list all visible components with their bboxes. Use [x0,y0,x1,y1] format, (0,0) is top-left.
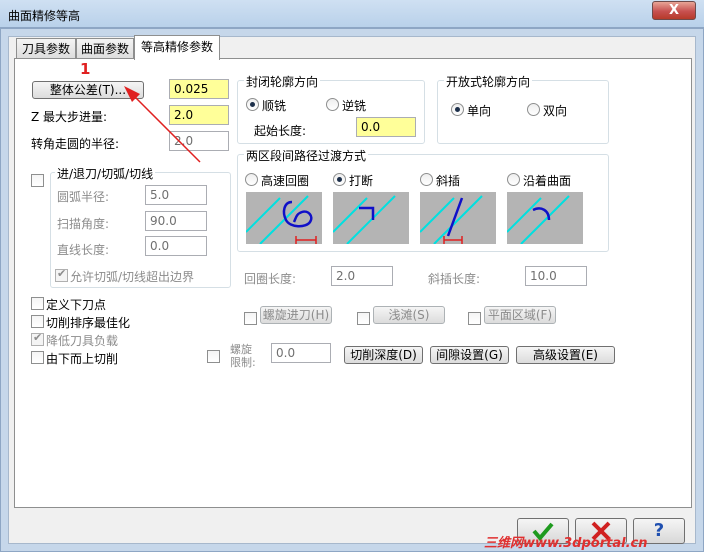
shallow-button[interactable]: 浅滩(S) [373,306,445,324]
conventional-radio[interactable] [326,98,339,111]
ramp-length-field[interactable]: 10.0 [525,266,587,286]
helix-limit-field[interactable]: 0.0 [271,343,331,363]
flat-area-checkbox[interactable] [468,312,481,325]
tab-contour-finish-params[interactable]: 等高精修参数 [134,35,220,60]
allow-exceed-checkbox[interactable]: ✔ [55,267,68,282]
start-length-field[interactable]: 0.0 [356,117,416,137]
define-entry-point-checkbox[interactable] [31,297,44,310]
helix-limit-checkbox[interactable] [207,350,220,363]
entry-exit-checkbox[interactable] [31,174,44,187]
z-step-label: Z 最大步进量: [31,110,108,124]
break-preview-icon [333,192,409,244]
corner-radius-label: 转角走圆的半径: [31,137,120,151]
one-way-radio[interactable] [451,103,464,116]
radio-dot-icon [455,107,460,112]
climb-radio[interactable] [246,98,259,111]
shallow-checkbox[interactable] [357,312,370,325]
define-entry-point-label: 定义下刀点 [46,298,107,312]
tab-surface-params[interactable]: 曲面参数 [76,38,134,59]
climb-label: 顺铣 [262,99,287,113]
high-speed-loop-label: 高速回圈 [261,174,310,188]
loop-length-field[interactable]: 2.0 [331,266,393,286]
arc-radius-field[interactable]: 5.0 [145,185,207,205]
bottom-up-checkbox[interactable] [31,351,44,364]
allow-exceed-label: 允许切弧/切线超出边界 [70,270,195,284]
bottom-up-label: 由下而上切削 [46,352,119,366]
two-way-label: 双向 [543,104,568,118]
break-label: 打断 [349,174,374,188]
helix-entry-button[interactable]: 螺旋进刀(H) [260,306,332,324]
loop-length-label: 回圈长度: [244,272,297,286]
tab-tool-params[interactable]: 刀具参数 [16,38,76,59]
open-contour-label: 开放式轮廓方向 [444,73,533,90]
flat-area-button[interactable]: 平面区域(F) [484,306,556,324]
annotation-number: 1 [80,60,91,78]
ramp-label: 斜插 [436,174,461,188]
sweep-angle-label: 扫描角度: [57,217,110,231]
follow-surface-label: 沿着曲面 [523,174,572,188]
line-length-label: 直线长度: [57,243,110,257]
follow-surface-preview-icon [507,192,583,244]
check-mark-icon: ✔ [33,331,43,344]
sweep-angle-field[interactable]: 90.0 [145,211,207,231]
gap-settings-button[interactable]: 间隙设置(G) [430,346,509,364]
radio-dot-icon [250,102,255,107]
line-length-field[interactable]: 0.0 [145,236,207,256]
start-length-label: 起始长度: [254,124,307,138]
optimize-cut-order-checkbox[interactable] [31,315,44,328]
radio-dot-icon [337,177,342,182]
optimize-cut-order-label: 切削排序最佳化 [46,316,131,330]
window-title: 曲面精修等高 [8,9,81,23]
one-way-label: 单向 [467,104,492,118]
reduce-tool-load-checkbox[interactable]: ✔ [31,331,44,346]
ramp-radio[interactable] [420,173,433,186]
check-mark-icon: ✔ [57,267,67,280]
arc-radius-label: 圆弧半径: [57,190,110,204]
follow-surface-radio[interactable] [507,173,520,186]
reduce-tool-load-label: 降低刀具负载 [46,334,119,348]
close-button[interactable]: X [652,1,696,20]
ramp-length-label: 斜插长度: [428,272,481,286]
ramp-preview-icon [420,192,496,244]
conventional-label: 逆铣 [342,99,367,113]
advanced-settings-button[interactable]: 高级设置(E) [516,346,615,364]
cut-depth-button[interactable]: 切削深度(D) [344,346,423,364]
transition-label: 两区段间路径过渡方式 [244,147,369,164]
helix-limit-label-2: 限制: [230,356,256,369]
watermark: 三维网www.3dportal.cn [484,536,648,551]
title-bar: 曲面精修等高 [0,0,704,28]
break-radio[interactable] [333,173,346,186]
high-speed-loop-radio[interactable] [245,173,258,186]
high-speed-loop-preview-icon [246,192,322,244]
helix-entry-checkbox[interactable] [244,312,257,325]
closed-contour-label: 封闭轮廓方向 [244,73,321,90]
annotation-arrow-icon [124,86,201,163]
two-way-radio[interactable] [527,103,540,116]
